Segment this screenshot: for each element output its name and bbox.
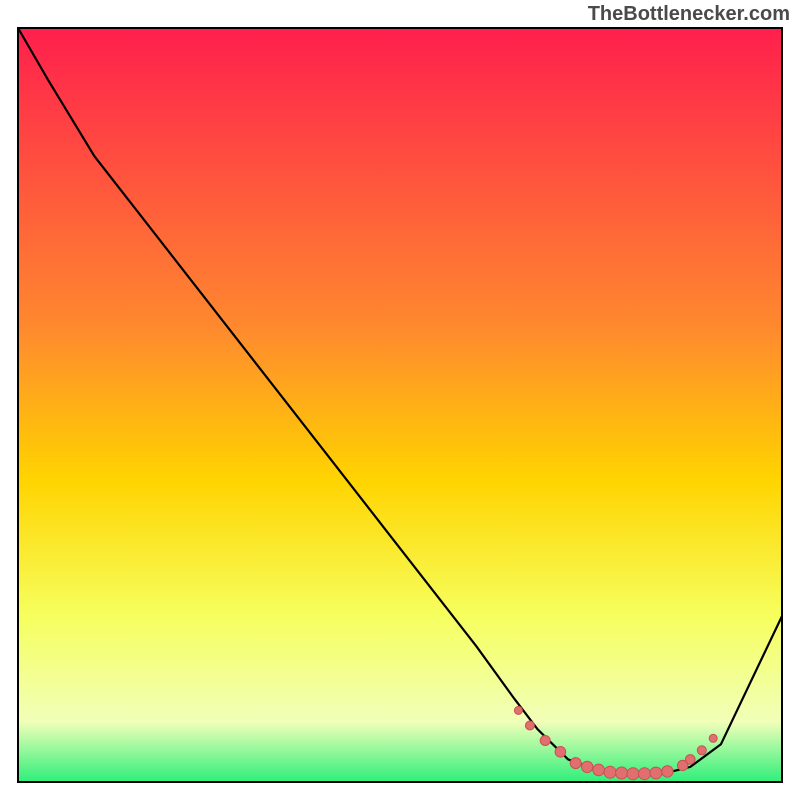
curve-marker: [616, 767, 628, 779]
curve-marker: [540, 736, 550, 746]
plot-area: [18, 28, 782, 782]
curve-marker: [650, 767, 662, 779]
curve-marker: [639, 768, 651, 780]
curve-marker: [686, 755, 696, 765]
curve-marker: [662, 766, 673, 777]
curve-marker: [627, 768, 639, 780]
curve-marker: [514, 706, 522, 714]
curve-marker: [709, 734, 717, 742]
curve-marker: [555, 747, 566, 758]
curve-marker: [582, 761, 593, 772]
plot-gradient: [18, 28, 782, 782]
curve-marker: [697, 746, 706, 755]
curve-marker: [604, 766, 616, 778]
curve-marker: [525, 721, 534, 730]
curve-marker: [570, 758, 581, 769]
watermark-text: TheBottlenecker.com: [588, 3, 790, 25]
curve-marker: [593, 764, 605, 776]
